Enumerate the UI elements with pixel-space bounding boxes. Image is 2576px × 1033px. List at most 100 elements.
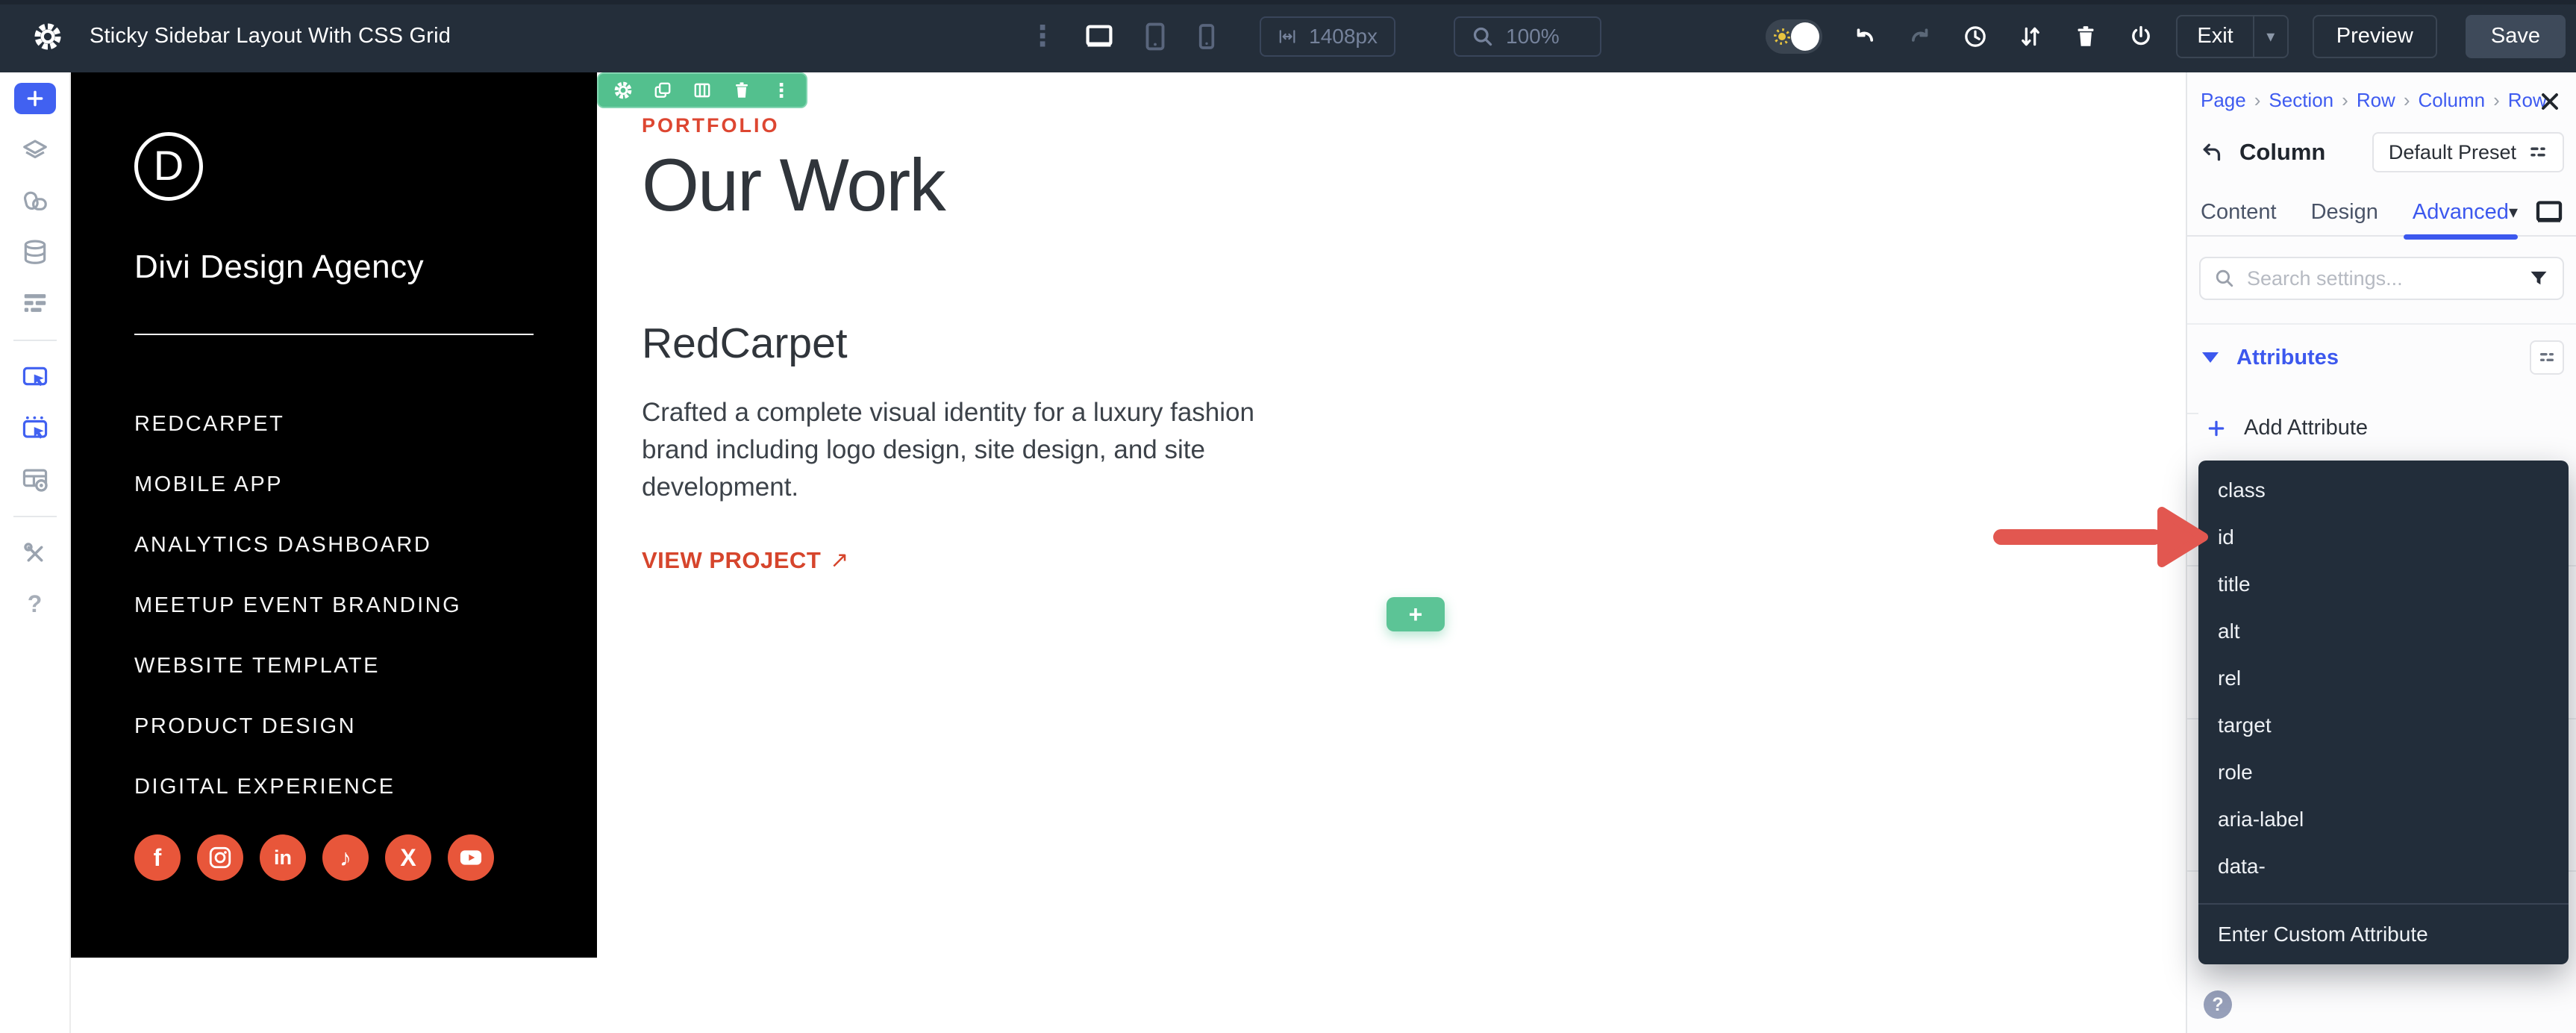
page-settings-gear-icon[interactable] [33, 22, 63, 52]
topbar-center-group: ⋮ 1408px 100% [1028, 0, 1601, 72]
attribute-option[interactable]: alt [2198, 608, 2569, 655]
instagram-icon[interactable] [197, 834, 243, 881]
attribute-option[interactable]: class [2198, 466, 2569, 514]
attribute-option[interactable]: title [2198, 561, 2569, 608]
linkedin-icon[interactable]: in [260, 834, 306, 881]
layout-title: Sticky Sidebar Layout With CSS Grid [90, 24, 451, 49]
sidebar-menu-item[interactable]: DIGITAL EXPERIENCE [134, 774, 534, 799]
desktop-view-icon[interactable] [1084, 21, 1115, 52]
attributes-section-header[interactable]: Attributes [2202, 340, 2564, 375]
sidebar-menu-item[interactable]: WEBSITE TEMPLATE [134, 653, 534, 678]
add-attribute-button[interactable]: Add Attribute [2207, 416, 2368, 440]
exit-caret-icon[interactable]: ▾ [2253, 16, 2287, 57]
canvas-zoom-input[interactable]: 100% [1454, 16, 1601, 57]
attribute-option[interactable]: aria-label [2198, 796, 2569, 843]
panel-divider [2187, 323, 2576, 325]
save-button[interactable]: Save [2466, 15, 2566, 58]
history-icon[interactable] [1963, 24, 1988, 49]
tablet-view-icon[interactable] [1142, 21, 1169, 52]
filter-funnel-icon[interactable] [2528, 268, 2549, 289]
database-icon[interactable] [21, 238, 49, 266]
breadcrumb: Page › Section › Row › Column › Row › [2201, 89, 2547, 112]
attribute-option[interactable]: data- [2198, 843, 2569, 890]
page-heading: Our Work [642, 145, 1395, 226]
collapse-triangle-icon[interactable] [2202, 352, 2219, 363]
row-options-icon[interactable]: ⋮ [772, 81, 791, 100]
attribute-option[interactable]: id [2198, 514, 2569, 561]
attribute-option[interactable]: rel [2198, 655, 2569, 702]
add-module-button[interactable] [14, 83, 56, 114]
enter-custom-attribute-option[interactable]: Enter Custom Attribute [2198, 903, 2569, 964]
interaction-mode-icon[interactable] [21, 414, 49, 443]
tabs-device-icon[interactable] [2534, 197, 2564, 227]
attributes-section-label: Attributes [2236, 346, 2339, 370]
search-icon [2214, 268, 2235, 289]
view-project-link[interactable]: VIEW PROJECT ↗ [642, 547, 1395, 574]
portfolio-menu: REDCARPET MOBILE APP ANALYTICS DASHBOARD ME… [134, 411, 534, 799]
tab-advanced[interactable]: Advanced [2413, 200, 2509, 225]
phone-view-icon[interactable] [1195, 22, 1218, 52]
view-project-label: VIEW PROJECT [642, 547, 821, 574]
portability-icon[interactable] [2128, 24, 2154, 49]
canvas-width-value: 1408px [1309, 25, 1378, 49]
youtube-icon[interactable] [448, 834, 494, 881]
breadcrumb-separator: › [2254, 89, 2261, 112]
exit-label: Exit [2178, 24, 2252, 49]
preview-label: Preview [2336, 24, 2413, 49]
theme-toggle[interactable] [1766, 19, 1822, 54]
design-library-icon[interactable] [21, 187, 49, 216]
canvas-width-input[interactable]: 1408px [1260, 16, 1395, 57]
toolbar-divider [13, 340, 57, 341]
setting-row-divider [2187, 413, 2198, 414]
social-links: f in ♪ X [134, 834, 534, 881]
redo-icon[interactable] [1907, 24, 1933, 49]
tabs-caret-icon[interactable]: ▾ [2509, 202, 2518, 223]
back-arrow-icon[interactable] [2201, 141, 2223, 163]
preview-button[interactable]: Preview [2313, 15, 2437, 58]
delete-row-icon[interactable] [732, 81, 751, 100]
exit-button[interactable]: Exit ▾ [2176, 15, 2288, 58]
element-title: Column [2239, 139, 2325, 166]
click-mode-icon[interactable] [21, 363, 49, 392]
search-settings-input[interactable] [2247, 267, 2528, 290]
facebook-icon[interactable]: f [134, 834, 181, 881]
attribute-option-list: classidtitlealtreltargetrolearia-labelda… [2198, 466, 2569, 890]
wireframe-view-icon[interactable] [21, 289, 49, 317]
brand-logo[interactable]: D [134, 132, 203, 201]
attribute-option[interactable]: target [2198, 702, 2569, 749]
panel-help-button[interactable]: ? [2204, 990, 2232, 1019]
grid-preview-icon[interactable] [21, 465, 49, 493]
import-export-icon[interactable] [2018, 24, 2043, 49]
default-preset-button[interactable]: Default Preset [2372, 132, 2564, 172]
layers-icon[interactable] [21, 137, 49, 165]
duplicate-row-icon[interactable] [653, 81, 672, 100]
undo-icon[interactable] [1852, 24, 1878, 49]
trash-icon[interactable] [2073, 24, 2098, 49]
column-structure-icon[interactable] [693, 81, 712, 100]
close-panel-icon[interactable] [2539, 90, 2561, 113]
preset-label: Default Preset [2389, 141, 2516, 164]
add-attribute-label: Add Attribute [2244, 416, 2368, 440]
tab-design[interactable]: Design [2311, 200, 2378, 225]
tiktok-icon[interactable]: ♪ [322, 834, 369, 881]
sidebar-menu-item[interactable]: REDCARPET [134, 411, 534, 437]
help-icon[interactable]: ? [28, 590, 43, 618]
add-section-button[interactable]: + [1387, 597, 1445, 631]
setting-row-divider [2187, 718, 2198, 720]
row-settings-gear-icon[interactable] [613, 81, 633, 100]
sidebar-menu-item[interactable]: PRODUCT DESIGN [134, 714, 534, 739]
breadcrumb-separator: › [2342, 89, 2348, 112]
attributes-preset-button[interactable] [2530, 340, 2564, 375]
x-twitter-icon[interactable]: X [385, 834, 431, 881]
attribute-option[interactable]: role [2198, 749, 2569, 796]
tab-content[interactable]: Content [2201, 200, 2277, 225]
more-menu-icon[interactable]: ⋮ [1028, 22, 1057, 51]
light-mode-sun-icon [1771, 25, 1793, 48]
tools-icon[interactable] [21, 540, 49, 568]
breadcrumb-separator: › [2404, 89, 2410, 112]
sidebar-menu-item[interactable]: MEETUP EVENT BRANDING [134, 593, 534, 618]
sidebar-menu-item[interactable]: MOBILE APP [134, 472, 534, 497]
logo-letter: D [154, 141, 184, 190]
sidebar-menu-item[interactable]: ANALYTICS DASHBOARD [134, 532, 534, 558]
page-content: PORTFOLIO Our Work RedCarpet Crafted a c… [642, 113, 1395, 574]
